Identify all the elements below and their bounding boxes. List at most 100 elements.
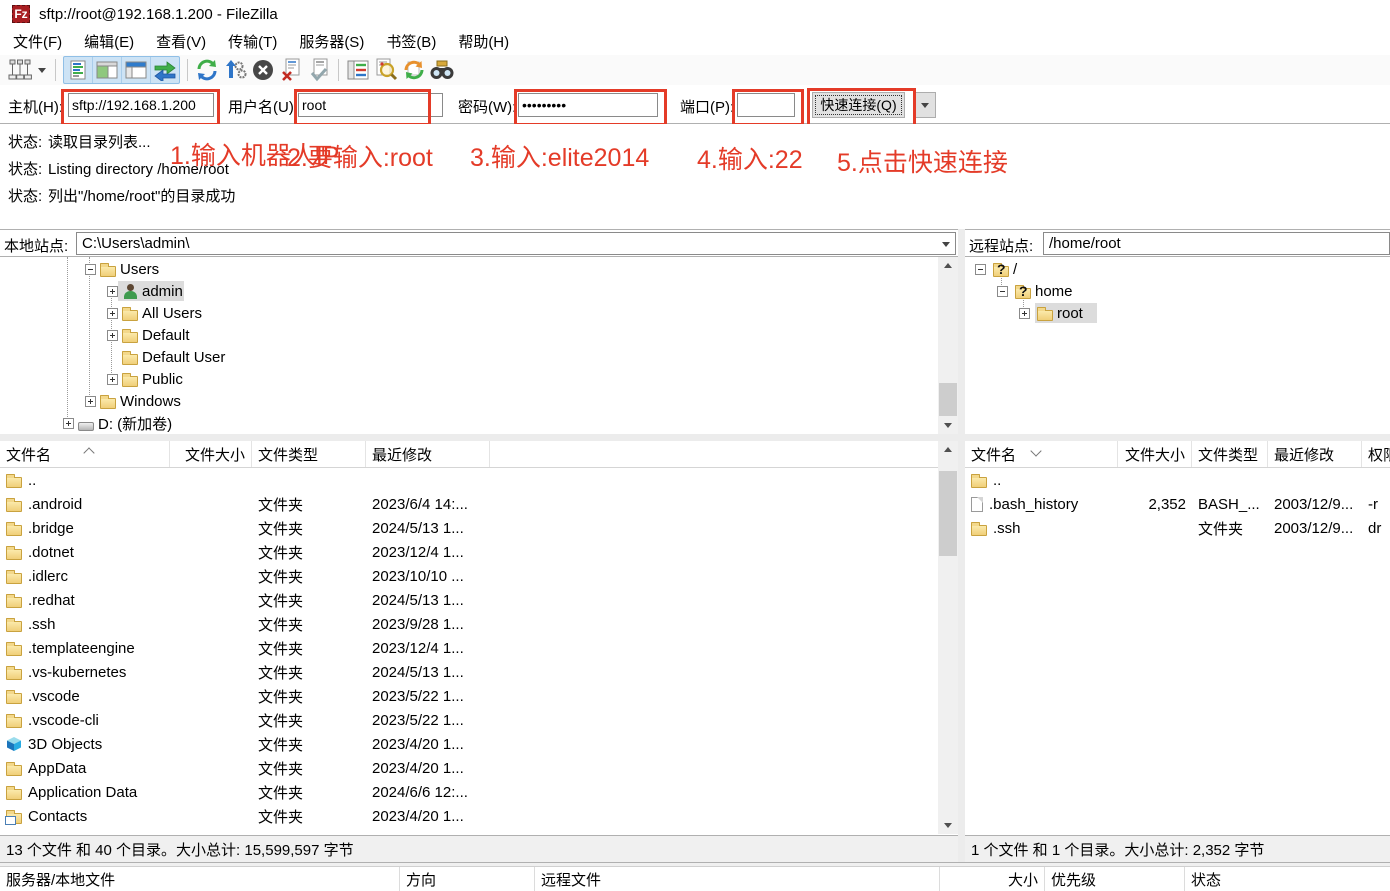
file-row[interactable]: .vscode 文件夹 2023/5/22 1...	[0, 684, 938, 708]
column-header-filetype[interactable]: 文件类型	[252, 441, 366, 467]
file-row[interactable]: .bridge 文件夹 2024/5/13 1...	[0, 516, 938, 540]
tree-item-all-users[interactable]: All Users	[122, 302, 202, 324]
menu-file[interactable]: 文件(F)	[2, 28, 73, 55]
tree-item-default[interactable]: Default	[122, 324, 190, 346]
file-row[interactable]: Contacts 文件夹 2023/4/20 1...	[0, 804, 938, 828]
file-row[interactable]: .android 文件夹 2023/6/4 14:...	[0, 492, 938, 516]
tree-item-root-home[interactable]: root	[1037, 302, 1083, 324]
file-row[interactable]: .dotnet 文件夹 2023/12/4 1...	[0, 540, 938, 564]
menu-bookmarks[interactable]: 书签(B)	[375, 28, 447, 55]
file-row[interactable]: .vscode-cli 文件夹 2023/5/22 1...	[0, 708, 938, 732]
quickconnect-button[interactable]: 快速连接(Q)	[812, 92, 905, 118]
toggle-local-tree-icon[interactable]	[93, 57, 122, 83]
collapse-icon[interactable]	[975, 264, 986, 275]
filter-icon[interactable]	[344, 57, 372, 83]
toggle-transfer-queue-icon[interactable]	[151, 57, 179, 83]
file-row[interactable]: .bash_history 2,352 BASH_... 2003/12/9..…	[965, 492, 1390, 516]
file-row[interactable]: Application Data 文件夹 2024/6/6 12:...	[0, 780, 938, 804]
scroll-down-icon[interactable]	[938, 817, 958, 834]
column-header-permissions[interactable]: 权限	[1362, 441, 1390, 467]
tree-item-default-user[interactable]: Default User	[122, 346, 225, 368]
queue-column-remote-file[interactable]: 远程文件	[535, 867, 940, 891]
panel-splitter[interactable]	[0, 434, 1390, 441]
collapse-icon[interactable]	[85, 264, 96, 275]
expand-icon[interactable]	[85, 396, 96, 407]
tree-item-admin[interactable]: admin	[122, 280, 183, 302]
local-list-scrollbar[interactable]	[938, 441, 958, 834]
menu-edit[interactable]: 编辑(E)	[73, 28, 145, 55]
username-input[interactable]	[298, 93, 443, 117]
refresh-icon[interactable]	[193, 57, 221, 83]
tree-item-home[interactable]: home	[1015, 280, 1073, 302]
expand-icon[interactable]	[1019, 308, 1030, 319]
column-header-filesize[interactable]: 文件大小	[170, 441, 252, 467]
queue-column-local-file[interactable]: 服务器/本地文件	[0, 867, 400, 891]
column-header-modified[interactable]: 最近修改	[1268, 441, 1362, 467]
expand-icon[interactable]	[107, 308, 118, 319]
file-row[interactable]: ..	[965, 468, 1390, 492]
remote-status-text: 1 个文件 和 1 个目录。大小总计: 2,352 字节	[971, 839, 1264, 860]
menu-transfer[interactable]: 传输(T)	[217, 28, 288, 55]
scrollbar-thumb[interactable]	[939, 471, 957, 556]
menu-server[interactable]: 服务器(S)	[288, 28, 375, 55]
password-input[interactable]	[518, 93, 658, 117]
cancel-icon[interactable]	[249, 57, 277, 83]
file-row[interactable]: .idlerc 文件夹 2023/10/10 ...	[0, 564, 938, 588]
column-header-filetype[interactable]: 文件类型	[1192, 441, 1268, 467]
column-header-filename[interactable]: 文件名	[965, 441, 1118, 467]
expand-icon[interactable]	[107, 330, 118, 341]
toggle-remote-tree-icon[interactable]	[122, 57, 151, 83]
file-row[interactable]: ..	[0, 468, 938, 492]
file-row[interactable]: .ssh 文件夹 2003/12/9... dr	[965, 516, 1390, 540]
file-row[interactable]: .templateengine 文件夹 2023/12/4 1...	[0, 636, 938, 660]
file-name: .templateengine	[28, 640, 135, 657]
file-name: .bash_history	[989, 496, 1078, 513]
remote-site-path-combo[interactable]: /home/root	[1043, 232, 1390, 255]
column-header-filesize[interactable]: 文件大小	[1118, 441, 1192, 467]
local-tree-scrollbar[interactable]	[938, 257, 958, 434]
file-row[interactable]: .ssh 文件夹 2023/9/28 1...	[0, 612, 938, 636]
file-icon	[971, 497, 983, 512]
host-input[interactable]	[68, 93, 214, 117]
file-row[interactable]: .redhat 文件夹 2024/5/13 1...	[0, 588, 938, 612]
site-manager-dropdown-icon[interactable]	[34, 57, 50, 83]
expand-icon[interactable]	[107, 286, 118, 297]
expand-icon[interactable]	[63, 418, 74, 429]
menu-help[interactable]: 帮助(H)	[447, 28, 520, 55]
synchronized-browsing-icon[interactable]	[400, 57, 428, 83]
queue-column-direction[interactable]: 方向	[400, 867, 535, 891]
queue-column-priority[interactable]: 优先级	[1045, 867, 1185, 891]
site-manager-icon[interactable]	[6, 57, 34, 83]
reconnect-icon[interactable]	[305, 57, 333, 83]
find-files-icon[interactable]	[428, 57, 456, 83]
remote-directory-tree: / home root	[965, 257, 1390, 434]
tree-item-root-slash[interactable]: /	[993, 258, 1017, 280]
expand-icon[interactable]	[107, 374, 118, 385]
file-row[interactable]: .vs-kubernetes 文件夹 2024/5/13 1...	[0, 660, 938, 684]
scroll-up-icon[interactable]	[938, 257, 958, 274]
tree-item-d-drive[interactable]: D: (新加卷)	[78, 412, 172, 434]
tree-item-windows[interactable]: Windows	[100, 390, 181, 412]
scrollbar-thumb[interactable]	[939, 383, 957, 416]
collapse-icon[interactable]	[997, 286, 1008, 297]
file-name: ..	[28, 472, 36, 489]
queue-column-status[interactable]: 状态	[1185, 867, 1390, 891]
quickconnect-dropdown-icon[interactable]	[914, 92, 936, 118]
file-row[interactable]: 3D Objects 文件夹 2023/4/20 1...	[0, 732, 938, 756]
toggle-log-view-icon[interactable]	[64, 57, 93, 83]
port-input[interactable]	[737, 93, 795, 117]
column-header-modified[interactable]: 最近修改	[366, 441, 490, 467]
queue-column-size[interactable]: 大小	[940, 867, 1045, 891]
local-site-path-combo[interactable]: C:\Users\admin\	[76, 232, 956, 255]
tree-item-users[interactable]: Users	[100, 258, 159, 280]
process-queue-icon[interactable]	[221, 57, 249, 83]
file-row[interactable]: AppData 文件夹 2023/4/20 1...	[0, 756, 938, 780]
tree-item-public[interactable]: Public	[122, 368, 183, 390]
scroll-up-icon[interactable]	[938, 441, 958, 458]
disconnect-icon[interactable]	[277, 57, 305, 83]
panel-splitter[interactable]	[958, 229, 965, 862]
menu-view[interactable]: 查看(V)	[145, 28, 217, 55]
scroll-down-icon[interactable]	[938, 417, 958, 434]
directory-compare-icon[interactable]	[372, 57, 400, 83]
annotation-step-5: 5.点击快速连接	[837, 143, 1008, 179]
